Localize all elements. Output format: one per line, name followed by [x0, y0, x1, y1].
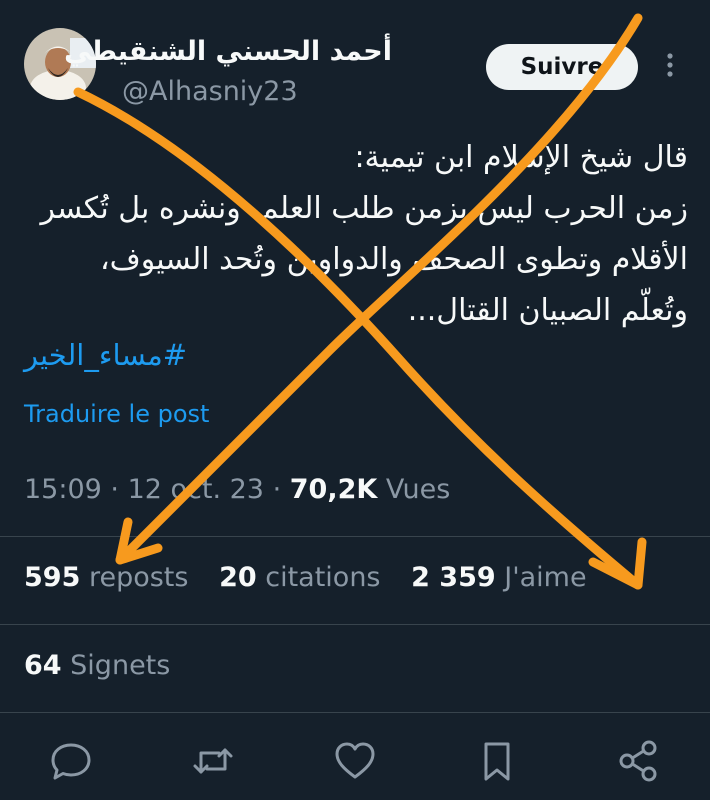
reposts-stat[interactable]: 595 reposts	[24, 562, 188, 593]
quotes-label: citations	[265, 562, 381, 593]
display-name[interactable]: أحمد الحسني الشنقيطي	[64, 36, 392, 68]
like-icon[interactable]	[330, 736, 380, 786]
reposts-count: 595	[24, 562, 81, 593]
tweet-detail: أحمد الحسني الشنقيطي @Alhasniy23 Suivre …	[0, 0, 710, 800]
repost-icon[interactable]	[188, 736, 238, 786]
separator-dot: ·	[110, 474, 128, 505]
views-count: 70,2K	[289, 474, 378, 505]
tweet-line: قال شيخ الإسلام ابن تيمية:	[354, 140, 688, 175]
views-label: Vues	[385, 474, 451, 505]
divider	[0, 712, 710, 713]
follow-button[interactable]: Suivre	[486, 44, 638, 90]
quotes-stat[interactable]: 20 citations	[219, 562, 380, 593]
bookmarks-count: 64	[24, 650, 62, 681]
tweet-line: وتُعلّم الصبيان القتال...	[407, 293, 688, 328]
likes-label: J'aime	[504, 562, 587, 593]
divider	[0, 624, 710, 625]
tweet-line: زمن الحرب ليس بزمن طلب العلم، ونشره بل ت…	[40, 191, 688, 226]
engagement-stats: 595 reposts 20 citations 2 359 J'aime	[24, 562, 609, 593]
tweet-text: قال شيخ الإسلام ابن تيمية: زمن الحرب ليس…	[20, 132, 688, 336]
likes-count: 2 359	[411, 562, 496, 593]
divider	[0, 536, 710, 537]
user-handle[interactable]: @Alhasniy23	[122, 76, 298, 108]
likes-stat[interactable]: 2 359 J'aime	[411, 562, 587, 593]
separator-dot: ·	[272, 474, 290, 505]
bookmark-icon[interactable]	[472, 736, 522, 786]
more-vertical-icon[interactable]	[657, 50, 683, 80]
tweet-metadata: 15:09 · 12 oct. 23 · 70,2K Vues	[24, 474, 450, 505]
post-date[interactable]: 12 oct. 23	[128, 474, 264, 505]
quotes-count: 20	[219, 562, 257, 593]
bookmarks-label: Signets	[70, 650, 171, 681]
bookmarks-stat[interactable]: 64 Signets	[24, 650, 170, 681]
hashtag-link[interactable]: #مساء_الخير	[24, 338, 224, 372]
tweet-line: الأقلام وتطوى الصحف والدواوين وتُحد السي…	[99, 242, 688, 277]
reply-icon[interactable]	[46, 736, 96, 786]
share-icon[interactable]	[614, 736, 664, 786]
translate-post-link[interactable]: Traduire le post	[24, 400, 209, 428]
post-time[interactable]: 15:09	[24, 474, 102, 505]
reposts-label: reposts	[88, 562, 189, 593]
